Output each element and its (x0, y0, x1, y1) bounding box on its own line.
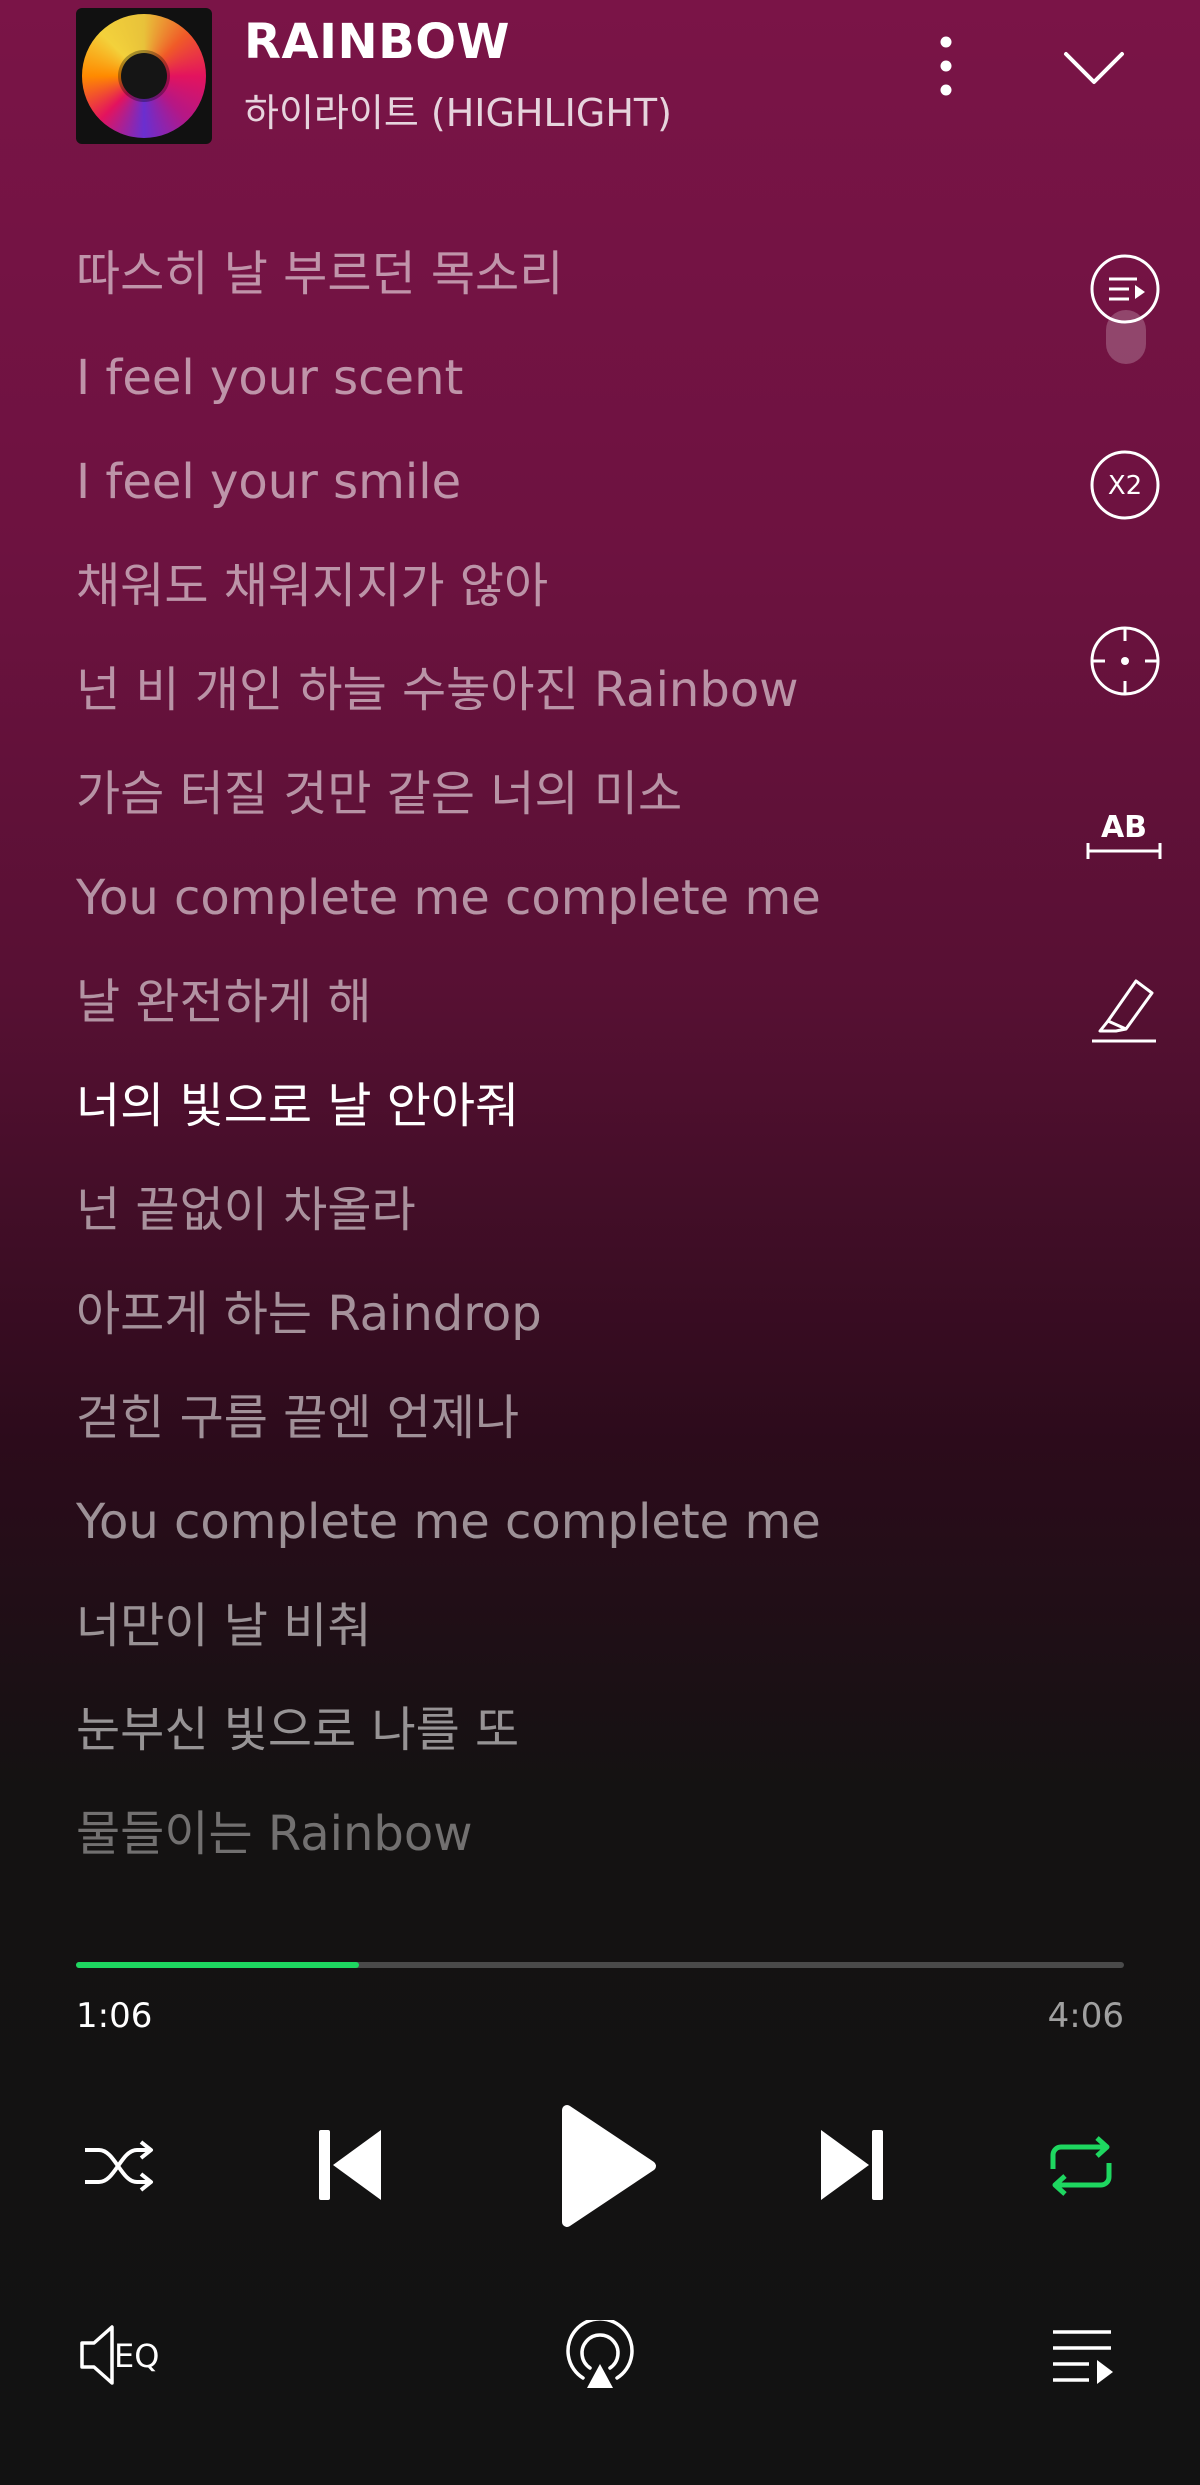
lyric-line[interactable]: You complete me complete me (76, 1470, 976, 1574)
previous-button[interactable] (300, 2120, 400, 2210)
more-vertical-icon (940, 36, 952, 96)
chevron-down-icon (1064, 52, 1124, 84)
lyrics-panel[interactable]: 따스히 날 부르던 목소리 I feel your scent I feel you… (76, 222, 976, 1886)
lyrics-scroll-indicator[interactable] (1106, 310, 1146, 364)
song-title: RAINBOW (244, 14, 510, 70)
progress-fill (76, 1962, 359, 1968)
lyric-line[interactable]: 따스히 날 부르던 목소리 (76, 222, 976, 326)
lyric-line[interactable]: 걷힌 구름 끝엔 언제나 (76, 1366, 976, 1470)
play-button[interactable] (540, 2094, 670, 2238)
progress-thumb[interactable] (349, 1955, 369, 1975)
eq-label: EQ (114, 2337, 159, 2375)
lyric-line[interactable]: 넌 비 개인 하늘 수놓아진 Rainbow (76, 638, 976, 742)
collapse-button[interactable] (1054, 36, 1134, 100)
play-icon (562, 2105, 656, 2227)
current-time: 1:06 (76, 1996, 153, 2036)
highlighter-icon (1092, 979, 1156, 1043)
ab-label: AB (1101, 810, 1147, 845)
total-time: 4:06 (1047, 1996, 1124, 2036)
airplay-icon (566, 2320, 634, 2388)
ab-repeat-icon: AB (1086, 810, 1162, 859)
speed-button[interactable]: X2 (1088, 448, 1162, 522)
lyric-line[interactable]: I feel your scent (76, 326, 976, 430)
lyric-line[interactable]: 물들이는 Rainbow (76, 1782, 976, 1886)
lyric-line[interactable]: I feel your smile (76, 430, 976, 534)
lyric-line[interactable]: 눈부신 빛으로 나를 또 (76, 1678, 976, 1782)
repeat-icon (1050, 2136, 1112, 2196)
speed-label: X2 (1108, 471, 1142, 501)
shuffle-button[interactable] (72, 2124, 166, 2208)
queue-button[interactable] (1040, 2316, 1124, 2396)
lyric-line-current[interactable]: 너의 빛으로 날 안아줘 (76, 1054, 976, 1158)
crosshair-icon (1090, 626, 1160, 696)
repeat-button[interactable] (1034, 2124, 1128, 2208)
lyric-line[interactable]: 너만이 날 비춰 (76, 1574, 976, 1678)
cast-button[interactable] (556, 2314, 644, 2398)
skip-next-icon (821, 2130, 883, 2200)
album-disc-image (82, 14, 206, 138)
lyric-line[interactable]: 넌 끝없이 차올라 (76, 1158, 976, 1262)
speed-x2-icon: X2 (1090, 450, 1160, 520)
lyric-line[interactable]: 날 완전하게 해 (76, 950, 976, 1054)
shuffle-icon (85, 2140, 153, 2192)
highlight-button[interactable] (1084, 970, 1164, 1044)
equalizer-icon: EQ (80, 2325, 159, 2385)
song-artist[interactable]: 하이라이트 (HIGHLIGHT) (244, 82, 672, 137)
more-options-button[interactable] (916, 28, 976, 104)
album-art[interactable] (76, 8, 212, 144)
lyric-line[interactable]: 아프게 하는 Raindrop (76, 1262, 976, 1366)
lyric-line[interactable]: You complete me complete me (76, 846, 976, 950)
focus-current-lyric-button[interactable] (1088, 624, 1162, 698)
queue-icon (1053, 2330, 1113, 2384)
lyric-line[interactable]: 채워도 채워지지가 않아 (76, 534, 976, 638)
skip-previous-icon (319, 2130, 381, 2200)
equalizer-button[interactable]: EQ (74, 2318, 174, 2392)
ab-repeat-button[interactable]: AB (1084, 796, 1164, 870)
lyric-line[interactable]: 가슴 터질 것만 같은 너의 미소 (76, 742, 976, 846)
next-button[interactable] (802, 2120, 902, 2210)
